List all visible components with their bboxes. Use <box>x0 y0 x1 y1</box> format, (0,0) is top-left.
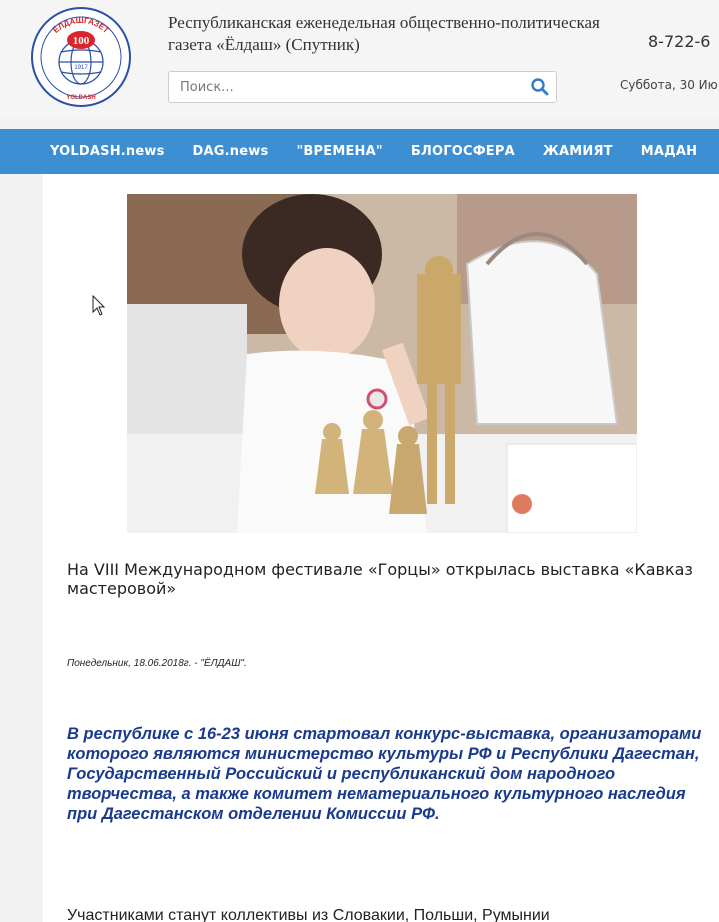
newspaper-tagline: Республиканская еженедельная общественно… <box>168 13 600 54</box>
newspaper-logo[interactable]: 100 1917 ЁЛДАШГАЗЕТ YOLDASH <box>30 6 132 108</box>
search-icon[interactable] <box>530 77 550 97</box>
article-dateline: Понедельник, 18.06.2018г. - "ЁЛДАШ". <box>67 658 247 669</box>
current-date: Суббота, 30 Ию <box>620 78 718 92</box>
article-container: На VIII Международном фестивале «Горцы» … <box>43 174 719 922</box>
svg-text:YOLDASH: YOLDASH <box>66 95 95 101</box>
article-body: Участниками станут коллективы из Словаки… <box>67 907 550 922</box>
nav-item-blogosfera[interactable]: БЛОГОСФЕРА <box>397 144 529 159</box>
svg-text:1917: 1917 <box>74 65 88 71</box>
nav-item-madan[interactable]: МАДАН <box>627 144 712 159</box>
svg-text:100: 100 <box>73 35 90 47</box>
article-photo[interactable] <box>127 194 637 533</box>
nav-item-yoldash-news[interactable]: YOLDASH.news <box>36 144 179 159</box>
mouse-pointer-icon <box>92 295 106 316</box>
article-lead: В республике с 16-23 июня стартовал конк… <box>67 725 702 823</box>
article-headline[interactable]: На VIII Международном фестивале «Горцы» … <box>67 560 707 598</box>
nav-item-zhamiyat[interactable]: ЖАМИЯТ <box>529 144 627 159</box>
site-header: 100 1917 ЁЛДАШГАЗЕТ YOLDASH Республиканс… <box>0 0 719 118</box>
main-navigation: YOLDASH.news DAG.news "ВРЕМЕНА" БЛОГОСФЕ… <box>0 129 719 174</box>
search-box <box>168 71 557 103</box>
phone-number: 8-722-6 <box>648 32 711 51</box>
search-input[interactable] <box>169 72 519 102</box>
nav-item-dag-news[interactable]: DAG.news <box>179 144 283 159</box>
nav-item-vremena[interactable]: "ВРЕМЕНА" <box>282 144 396 159</box>
